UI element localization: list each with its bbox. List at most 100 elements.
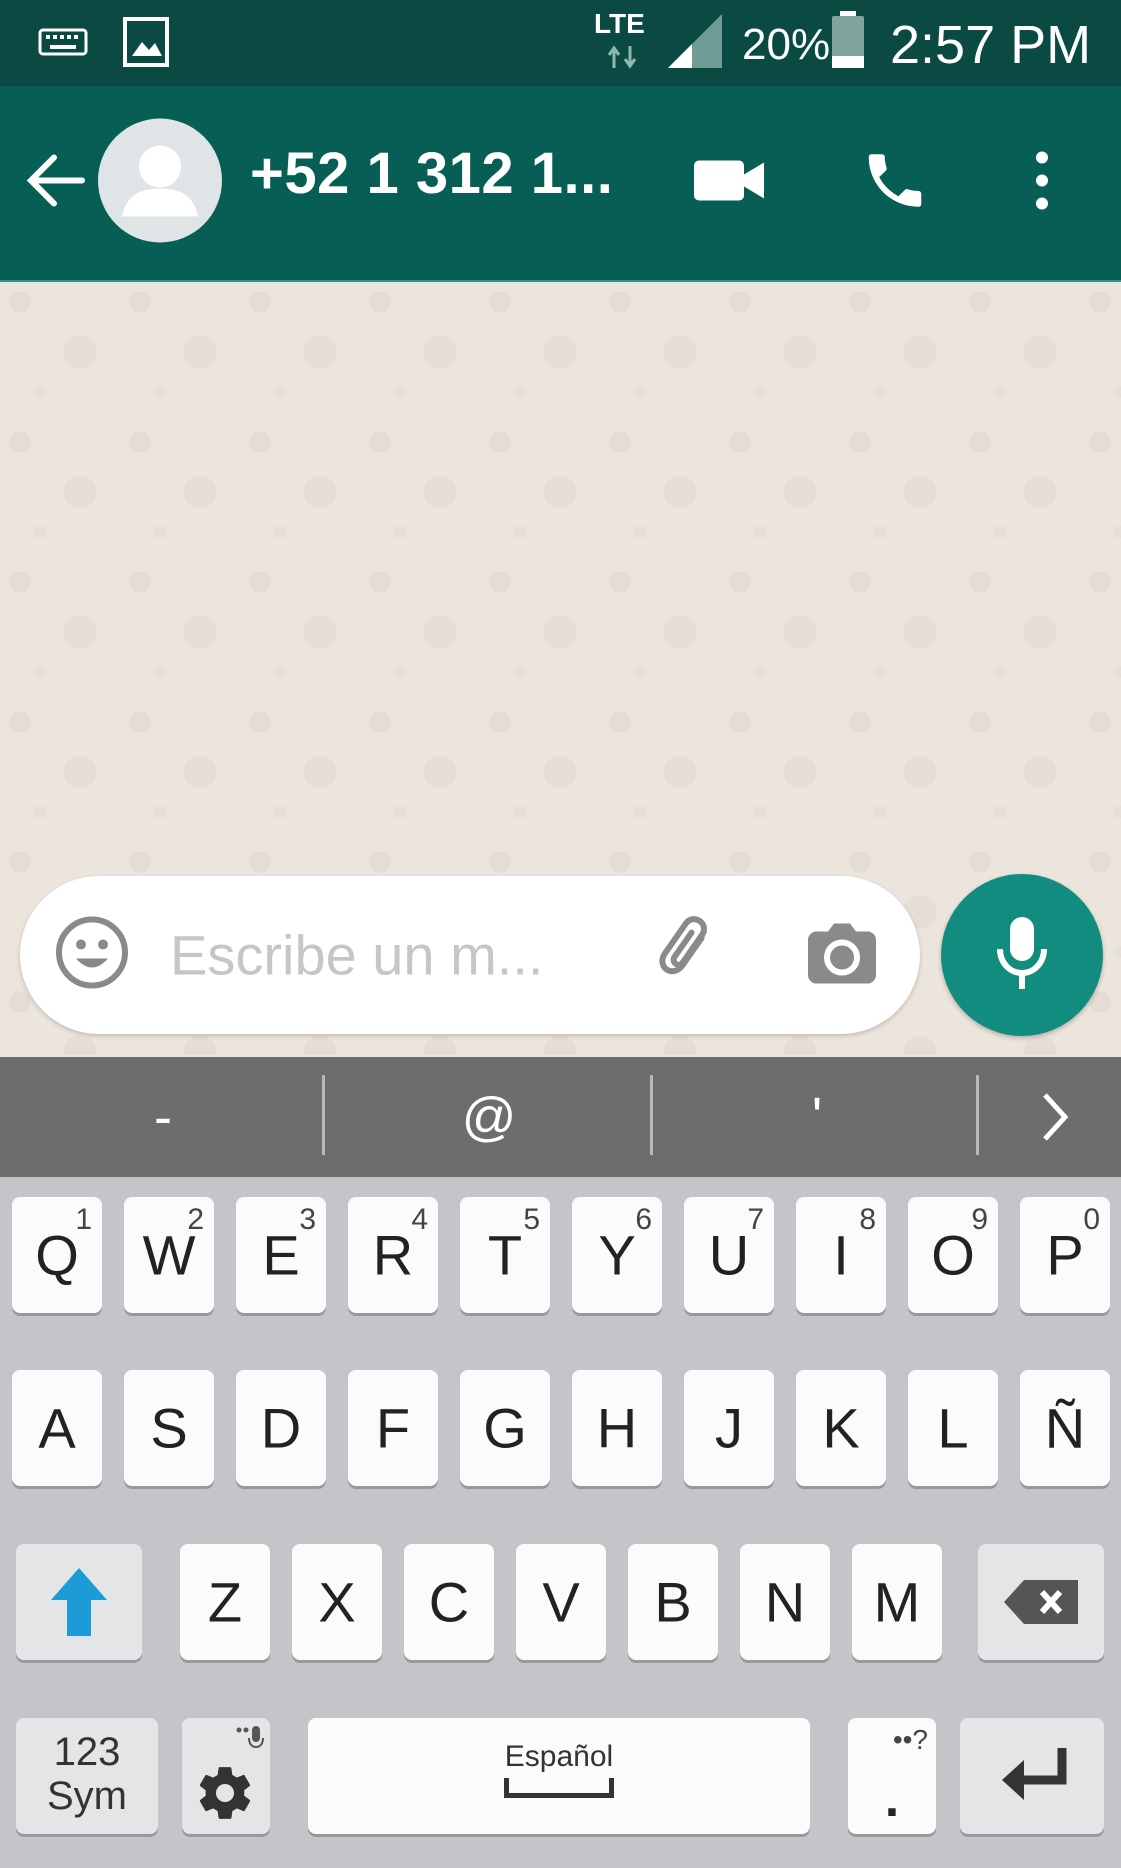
key-label: Ñ <box>1044 1396 1086 1460</box>
shift-arrow-icon <box>49 1566 109 1643</box>
key-row2[interactable]: H <box>572 1370 662 1486</box>
key-row3[interactable]: Z <box>180 1544 270 1660</box>
camera-icon[interactable] <box>806 920 878 991</box>
mic-button[interactable] <box>941 874 1103 1036</box>
suggestion-divider <box>976 1075 979 1155</box>
space-key[interactable]: Español <box>308 1718 810 1834</box>
data-arrows-icon <box>606 44 640 75</box>
key-label: G <box>483 1396 527 1460</box>
key-row2[interactable]: Ñ <box>1020 1370 1110 1486</box>
key-number-hint: 7 <box>747 1203 764 1236</box>
backspace-icon <box>1002 1578 1082 1631</box>
key-row3[interactable]: M <box>852 1544 942 1660</box>
clock: 2:57 PM <box>890 15 1092 75</box>
symbols-key-line1: 123 <box>53 1730 121 1774</box>
key-number-hint: 2 <box>187 1203 204 1236</box>
key-label: D <box>260 1396 302 1460</box>
key-label: N <box>764 1570 806 1634</box>
key-row2[interactable]: D <box>236 1370 326 1486</box>
key-label: X <box>318 1570 356 1634</box>
key-e[interactable]: E3 <box>236 1197 326 1313</box>
key-q[interactable]: Q1 <box>12 1197 102 1313</box>
image-icon <box>122 16 170 73</box>
key-number-hint: 5 <box>523 1203 540 1236</box>
period-key-label: . <box>884 1770 900 1829</box>
key-row2[interactable]: L <box>908 1370 998 1486</box>
key-label: A <box>38 1396 76 1460</box>
keyboard: 123 Sym Español ••? . Q1W2E3R4T5Y6U7I8O9… <box>0 1177 1121 1868</box>
key-w[interactable]: W2 <box>124 1197 214 1313</box>
key-o[interactable]: O9 <box>908 1197 998 1313</box>
key-label: V <box>542 1570 580 1634</box>
battery-icon <box>830 10 866 75</box>
key-row2[interactable]: G <box>460 1370 550 1486</box>
key-t[interactable]: T5 <box>460 1197 550 1313</box>
key-label: C <box>428 1570 470 1634</box>
network-type-label: LTE <box>594 8 645 39</box>
key-label: B <box>654 1570 692 1634</box>
key-row3[interactable]: N <box>740 1544 830 1660</box>
phone-icon[interactable] <box>860 146 930 221</box>
key-row2[interactable]: J <box>684 1370 774 1486</box>
period-key-hint: ••? <box>892 1724 928 1755</box>
key-label: M <box>873 1570 921 1634</box>
key-p[interactable]: P0 <box>1020 1197 1110 1313</box>
key-row2[interactable]: F <box>348 1370 438 1486</box>
symbols-key[interactable]: 123 Sym <box>16 1718 158 1834</box>
enter-icon <box>996 1744 1072 1813</box>
key-row3[interactable]: X <box>292 1544 382 1660</box>
key-u[interactable]: U7 <box>684 1197 774 1313</box>
key-number-hint: 1 <box>75 1203 92 1236</box>
space-bar-icon <box>504 1778 614 1798</box>
battery-percent: 20% <box>742 20 831 69</box>
symbols-key-line2: Sym <box>47 1774 127 1818</box>
attach-icon[interactable] <box>648 913 728 998</box>
more-vert-icon[interactable] <box>1030 150 1054 217</box>
emoji-icon[interactable] <box>54 915 130 996</box>
shift-key[interactable] <box>16 1544 142 1660</box>
chevron-right-icon[interactable] <box>1015 1057 1095 1177</box>
back-arrow-icon[interactable] <box>24 153 86 214</box>
message-input[interactable]: Escribe un m... <box>170 923 543 988</box>
video-call-icon[interactable] <box>692 157 768 210</box>
keyboard-icon <box>38 24 88 65</box>
period-key[interactable]: ••? . <box>848 1718 936 1834</box>
mic-small-icon <box>236 1724 264 1763</box>
key-row3[interactable]: C <box>404 1544 494 1660</box>
suggestion-item[interactable]: ' <box>654 1057 980 1177</box>
key-number-hint: 3 <box>299 1203 316 1236</box>
enter-key[interactable] <box>960 1718 1104 1834</box>
signal-icon <box>664 10 726 77</box>
key-row3[interactable]: B <box>628 1544 718 1660</box>
key-row2[interactable]: A <box>12 1370 102 1486</box>
suggestion-strip: - @ ' <box>0 1057 1121 1177</box>
key-y[interactable]: Y6 <box>572 1197 662 1313</box>
space-key-label: Español <box>504 1740 614 1773</box>
status-bar: LTE 20% 2:57 PM <box>0 0 1121 86</box>
key-row2[interactable]: S <box>124 1370 214 1486</box>
suggestion-item[interactable]: - <box>0 1057 326 1177</box>
key-label: Z <box>207 1570 243 1634</box>
contact-name[interactable]: +52 1 312 1... <box>250 140 640 207</box>
key-number-hint: 9 <box>971 1203 988 1236</box>
key-row2[interactable]: K <box>796 1370 886 1486</box>
key-i[interactable]: I8 <box>796 1197 886 1313</box>
key-number-hint: 4 <box>411 1203 428 1236</box>
key-label: K <box>822 1396 860 1460</box>
key-label: H <box>596 1396 638 1460</box>
settings-key[interactable] <box>182 1718 270 1834</box>
message-composer: Escribe un m... <box>20 876 920 1034</box>
suggestion-divider <box>650 1075 653 1155</box>
key-row3[interactable]: V <box>516 1544 606 1660</box>
backspace-key[interactable] <box>978 1544 1104 1660</box>
mic-icon <box>994 915 1050 996</box>
key-number-hint: 8 <box>859 1203 876 1236</box>
key-number-hint: 0 <box>1083 1203 1100 1236</box>
key-number-hint: 6 <box>635 1203 652 1236</box>
key-label: J <box>715 1396 743 1460</box>
key-label: L <box>937 1396 969 1460</box>
suggestion-divider <box>322 1075 325 1155</box>
suggestion-item[interactable]: @ <box>326 1057 652 1177</box>
key-r[interactable]: R4 <box>348 1197 438 1313</box>
avatar-icon[interactable] <box>98 118 222 248</box>
